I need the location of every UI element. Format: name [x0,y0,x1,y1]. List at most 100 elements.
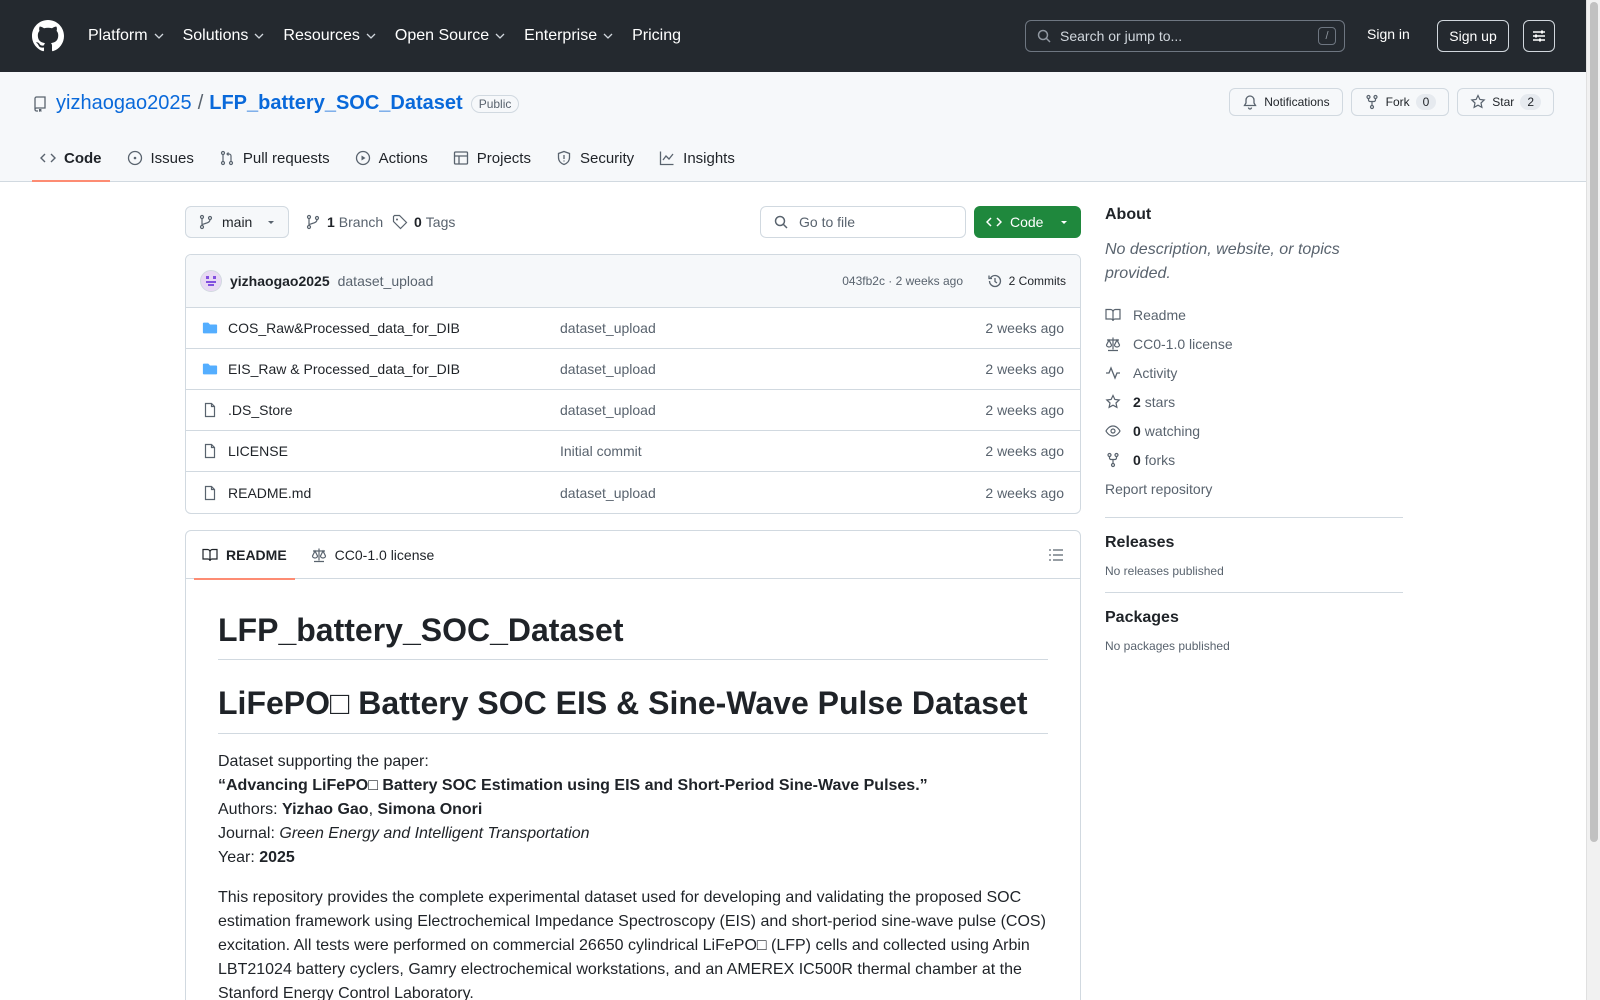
nav-enterprise[interactable]: Enterprise [524,27,613,45]
branch-icon [306,214,320,230]
description-line: Stanford Energy Control Laboratory. [218,984,474,1000]
avatar[interactable] [200,270,222,292]
stars-link[interactable]: 2 stars [1105,387,1403,416]
file-date: 2 weeks ago [985,361,1064,377]
nav-solutions[interactable]: Solutions [183,27,265,45]
sign-up-button[interactable]: Sign up [1437,20,1509,52]
scrollbar-thumb[interactable] [1590,2,1598,842]
code-dropdown-button[interactable]: Code [974,206,1081,238]
watching-link[interactable]: 0 watching [1105,416,1403,445]
chevron-down-icon [495,33,505,39]
settings-menu-button[interactable] [1523,20,1555,52]
file-row[interactable]: README.md dataset_upload 2 weeks ago [186,472,1080,513]
license-link[interactable]: CC0-1.0 license [1105,329,1403,358]
sign-in-link[interactable]: Sign in [1367,26,1410,42]
readme-heading: LiFePO□ Battery SOC EIS & Sine-Wave Puls… [218,684,1048,734]
tab-projects[interactable]: Projects [445,134,539,182]
branch-select-button[interactable]: main [185,206,289,238]
authors-line: Authors: Yizhao Gao, Simona Onori [218,798,1048,822]
nav-platform[interactable]: Platform [88,27,164,45]
stars-count: 2 [1133,393,1141,410]
commit-hash-time[interactable]: 043fb2c · 2 weeks ago [842,274,963,288]
outline-button[interactable] [1048,547,1064,566]
readme-link[interactable]: Readme [1105,300,1403,329]
paper-info: Dataset supporting the paper: “Advancing… [218,750,1048,870]
tab-issues[interactable]: Issues [119,134,202,182]
file-name[interactable]: LICENSE [228,443,560,459]
star-button[interactable]: Star 2 [1457,88,1554,116]
tab-code[interactable]: Code [32,134,110,182]
tab-pull-requests[interactable]: Pull requests [211,134,338,182]
journal-name: Green Energy and Intelligent Transportat… [279,824,590,842]
releases-heading[interactable]: Releases [1105,534,1403,552]
tab-label: Security [579,149,635,167]
description-line: LBT21024 battery cyclers, Gamry electroc… [218,960,1022,978]
github-logo-icon[interactable] [32,20,64,52]
report-repository-link[interactable]: Report repository [1105,474,1403,503]
tab-label: Actions [378,149,428,167]
file-name[interactable]: COS_Raw&Processed_data_for_DIB [228,320,560,336]
nav-resources[interactable]: Resources [283,27,376,45]
pulse-icon [1106,365,1120,380]
chevron-down-icon [366,33,376,39]
file-row[interactable]: .DS_Store dataset_upload 2 weeks ago [186,390,1080,431]
go-to-file-input[interactable]: Go to file [760,206,966,238]
file-name[interactable]: EIS_Raw & Processed_data_for_DIB [228,361,560,377]
file-row[interactable]: COS_Raw&Processed_data_for_DIB dataset_u… [186,308,1080,349]
search-input[interactable]: Search or jump to... / [1025,20,1345,52]
file-row[interactable]: LICENSE Initial commit 2 weeks ago [186,431,1080,472]
file-commit-message[interactable]: dataset_upload [560,320,656,336]
main-nav: Platform Solutions Resources Open Source… [88,27,700,45]
tab-readme[interactable]: README [194,531,295,580]
fork-label: Fork [1385,95,1410,109]
fork-icon [1107,452,1119,467]
file-name[interactable]: .DS_Store [228,402,560,418]
code-icon [986,217,1002,227]
scale-icon [1105,337,1121,351]
about-sidebar: About No description, website, or topics… [1105,206,1403,653]
file-commit-message[interactable]: dataset_upload [560,402,656,418]
tags-link[interactable]: 0 Tags [392,214,455,230]
forks-count: 0 [1133,451,1141,468]
sliders-icon [1533,30,1545,42]
go-to-file-placeholder: Go to file [799,214,856,230]
repo-name-link[interactable]: LFP_battery_SOC_Dataset [209,92,462,115]
commit-message[interactable]: dataset_upload [338,273,434,289]
packages-heading[interactable]: Packages [1105,609,1403,627]
tab-insights[interactable]: Insights [651,134,743,182]
forks-link[interactable]: 0 forks [1105,445,1403,474]
description-line: This repository provides the complete ex… [218,888,1022,906]
watching-label: watching [1144,422,1201,439]
star-icon [1105,393,1121,408]
file-row[interactable]: EIS_Raw & Processed_data_for_DIB dataset… [186,349,1080,390]
forks-label: forks [1144,451,1176,468]
commit-author[interactable]: yizhaogao2025 [230,273,330,289]
commits-history-link[interactable]: 2 Commits [987,273,1066,289]
activity-link[interactable]: Activity [1105,358,1403,387]
caret-down-icon [268,221,274,224]
notifications-button[interactable]: Notifications [1229,88,1343,116]
file-commit-message[interactable]: Initial commit [560,443,642,459]
branches-link[interactable]: 1 Branch [305,214,383,230]
fork-button[interactable]: Fork 0 [1350,88,1450,116]
tab-security[interactable]: Security [548,134,642,182]
year-label: Year: [218,848,260,866]
page-scrollbar[interactable] [1586,0,1600,1000]
code-label: Code [1010,214,1044,230]
star-count: 2 [1520,94,1541,110]
tab-actions[interactable]: Actions [347,134,436,182]
file-name[interactable]: README.md [228,485,560,501]
repo-owner-link[interactable]: yizhaogao2025 [56,92,192,115]
file-commit-message[interactable]: dataset_upload [560,361,656,377]
repo-breadcrumb: yizhaogao2025 / LFP_battery_SOC_Dataset … [32,92,520,115]
nav-pricing[interactable]: Pricing [632,27,681,45]
file-commit-message[interactable]: dataset_upload [560,485,656,501]
readme-link-label: Readme [1133,306,1186,323]
star-icon [1470,94,1486,109]
readme-content: LFP_battery_SOC_Dataset LiFePO□ Battery … [186,579,1080,1000]
nav-open-source[interactable]: Open Source [395,27,505,45]
tab-label: Pull requests [242,149,330,167]
tab-license[interactable]: CC0-1.0 license [303,531,443,579]
table-icon [453,151,468,165]
tab-label: CC0-1.0 license [334,546,435,563]
